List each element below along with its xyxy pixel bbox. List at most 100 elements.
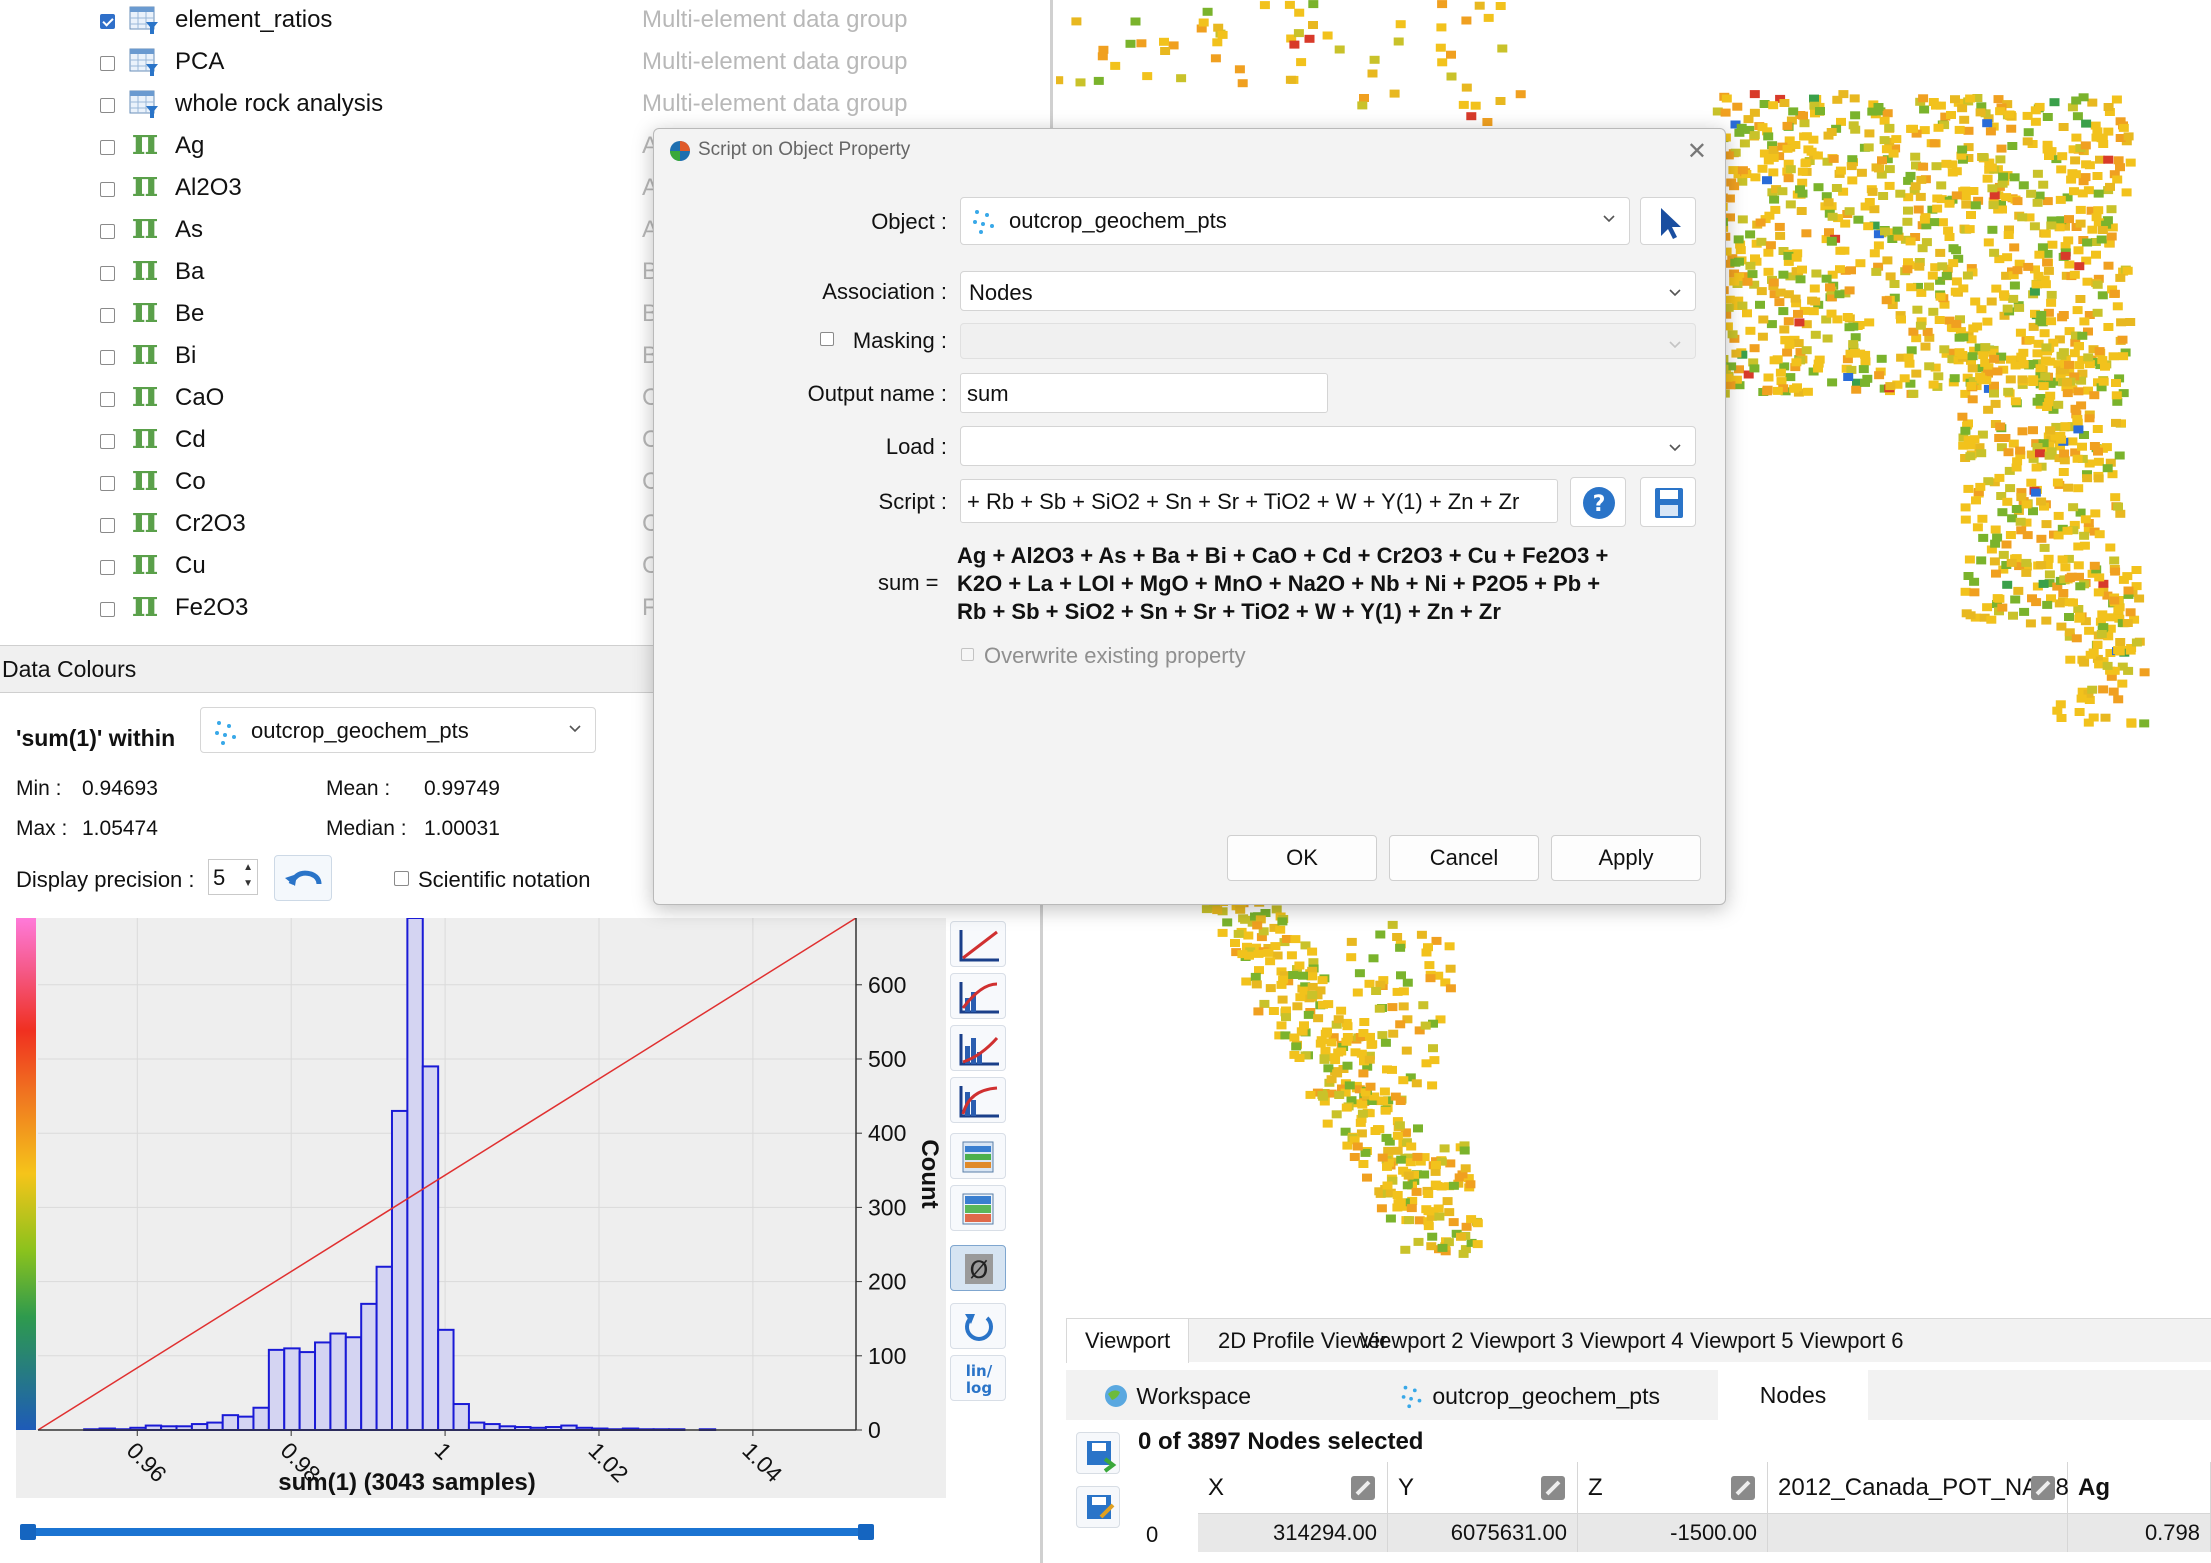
table-cell[interactable]: 314294.00 bbox=[1198, 1514, 1388, 1552]
histogram-plot[interactable]: 0 100 200 300 400 500 600 0.96 0.98 1 1.02 1.04 sum(… bbox=[16, 918, 946, 1498]
tree-item-checkbox[interactable] bbox=[100, 98, 115, 113]
export-button[interactable] bbox=[1076, 1432, 1120, 1474]
sort-icon[interactable] bbox=[1729, 1474, 1757, 1502]
colour-table-icon bbox=[962, 1141, 994, 1173]
tree-item[interactable]: PCA Multi-element data group bbox=[0, 42, 1050, 84]
histogram-bar bbox=[267, 1348, 286, 1431]
histogram-bar bbox=[421, 1065, 440, 1431]
table-cell[interactable]: 0.798 bbox=[2068, 1514, 2211, 1552]
svg-text:log: log bbox=[966, 1379, 992, 1397]
pi-icon: π bbox=[131, 121, 159, 163]
ok-button[interactable]: OK bbox=[1227, 835, 1377, 881]
pi-icon: π bbox=[131, 499, 159, 541]
table-cell[interactable] bbox=[1768, 1514, 2068, 1552]
column-header[interactable]: Z bbox=[1578, 1462, 1768, 1514]
sort-icon[interactable] bbox=[2029, 1474, 2057, 1502]
column-header[interactable]: Ag bbox=[2068, 1462, 2211, 1514]
table-cell[interactable]: -1500.00 bbox=[1578, 1514, 1768, 1552]
tree-item-checkbox[interactable] bbox=[100, 476, 115, 491]
pick-object-button[interactable] bbox=[1640, 197, 1696, 245]
lin-log-button[interactable]: lin/log bbox=[950, 1355, 1006, 1401]
histogram-bar bbox=[221, 1414, 240, 1432]
object-select[interactable]: outcrop_geochem_pts bbox=[200, 707, 596, 753]
tree-item-checkbox[interactable] bbox=[100, 518, 115, 533]
y-tick-label: 600 bbox=[868, 972, 906, 998]
column-header-label: Ag bbox=[2078, 1474, 2110, 1501]
range-slider[interactable] bbox=[20, 1524, 874, 1540]
colour-scheme-button[interactable] bbox=[950, 1185, 1006, 1231]
spin-down-icon[interactable]: ▼ bbox=[243, 878, 253, 889]
tree-item[interactable]: whole rock analysis Multi-element data gr… bbox=[0, 84, 1050, 126]
no-data-button[interactable]: Ø bbox=[950, 1245, 1006, 1291]
tree-item-checkbox[interactable] bbox=[100, 350, 115, 365]
tree-item-type: Multi-element data group bbox=[642, 6, 908, 33]
x-tick-label: 1.04 bbox=[737, 1437, 787, 1487]
save-script-button[interactable] bbox=[1640, 477, 1696, 527]
edit-table-button[interactable] bbox=[1076, 1486, 1120, 1528]
tree-item-checkbox[interactable] bbox=[100, 56, 115, 71]
tab-nodes[interactable]: Nodes bbox=[1718, 1370, 1868, 1420]
tree-item-checkbox[interactable] bbox=[100, 140, 115, 155]
pi-icon: π bbox=[131, 373, 159, 415]
column-header[interactable]: X bbox=[1198, 1462, 1388, 1514]
histogram-bar bbox=[237, 1415, 255, 1431]
edit-save-icon bbox=[1087, 1495, 1115, 1519]
tab-object-label: outcrop_geochem_pts bbox=[1432, 1383, 1660, 1409]
y-axis-title: Count bbox=[916, 1139, 943, 1208]
sort-icon[interactable] bbox=[1349, 1474, 1377, 1502]
masking-checkbox[interactable] bbox=[820, 332, 834, 346]
scientific-notation-checkbox[interactable] bbox=[394, 871, 409, 886]
tree-item-checkbox[interactable] bbox=[100, 602, 115, 617]
row-index: 0 bbox=[1146, 1522, 1159, 1547]
chevron-down-icon bbox=[569, 725, 581, 733]
empty-set-icon: Ø bbox=[965, 1254, 993, 1284]
sort-icon[interactable] bbox=[1539, 1474, 1567, 1502]
tab-workspace[interactable]: Workspace bbox=[1090, 1370, 1263, 1420]
pi-icon: π bbox=[131, 247, 159, 289]
tree-item[interactable]: element_ratios Multi-element data group bbox=[0, 0, 1050, 42]
range-handle-min[interactable] bbox=[20, 1524, 36, 1540]
close-icon[interactable]: ✕ bbox=[1687, 137, 1707, 166]
viewport-tab[interactable]: Viewport 6 bbox=[1782, 1319, 1922, 1363]
masking-label: Masking : bbox=[852, 328, 947, 353]
tree-item-checkbox[interactable] bbox=[100, 560, 115, 575]
colour-table-button[interactable] bbox=[950, 1133, 1006, 1179]
histogram-log-button[interactable] bbox=[950, 1077, 1006, 1123]
range-handle-max[interactable] bbox=[858, 1524, 874, 1540]
cdf-log-button[interactable] bbox=[950, 973, 1006, 1019]
tree-item-checkbox[interactable] bbox=[100, 182, 115, 197]
precision-spinbox[interactable]: 5 ▲ ▼ bbox=[208, 859, 258, 895]
object-combo[interactable]: outcrop_geochem_pts bbox=[960, 197, 1630, 245]
reset-button[interactable] bbox=[274, 855, 332, 901]
refresh-button[interactable] bbox=[950, 1303, 1006, 1349]
tree-item-checkbox[interactable] bbox=[100, 392, 115, 407]
tree-item-checkbox[interactable] bbox=[100, 14, 115, 29]
output-name-input[interactable]: sum bbox=[960, 373, 1328, 413]
load-combo[interactable] bbox=[960, 426, 1696, 466]
histogram-bar bbox=[437, 1328, 455, 1431]
table-cell[interactable]: 6075631.00 bbox=[1388, 1514, 1578, 1552]
script-input[interactable]: + Rb + Sb + SiO2 + Sn + Sr + TiO2 + W + … bbox=[960, 479, 1558, 523]
tree-item-checkbox[interactable] bbox=[100, 308, 115, 323]
tab-object[interactable]: outcrop_geochem_pts bbox=[1386, 1370, 1672, 1420]
tree-item-checkbox[interactable] bbox=[100, 434, 115, 449]
viewport-tab[interactable]: Viewport bbox=[1066, 1319, 1190, 1363]
min-label: Min : bbox=[16, 777, 62, 800]
association-combo[interactable]: Nodes bbox=[960, 271, 1696, 311]
help-button[interactable]: ? bbox=[1570, 477, 1626, 527]
pdf-button[interactable] bbox=[950, 1025, 1006, 1071]
points-icon bbox=[1401, 1385, 1422, 1409]
spin-up-icon[interactable]: ▲ bbox=[243, 862, 253, 873]
chart-hist-cdf-icon bbox=[959, 982, 999, 1014]
cancel-button[interactable]: Cancel bbox=[1389, 835, 1539, 881]
object-combo-value: outcrop_geochem_pts bbox=[1009, 208, 1227, 233]
tree-item-checkbox[interactable] bbox=[100, 224, 115, 239]
lin-log-icon: lin/log bbox=[966, 1362, 993, 1397]
pi-icon: π bbox=[131, 289, 159, 331]
tree-item-checkbox[interactable] bbox=[100, 266, 115, 281]
cdf-linear-button[interactable] bbox=[950, 921, 1006, 967]
mean-value: 0.99749 bbox=[424, 777, 500, 800]
column-header[interactable]: Y bbox=[1388, 1462, 1578, 1514]
apply-button[interactable]: Apply bbox=[1551, 835, 1701, 881]
column-header[interactable]: 2012_Canada_POT_NAD83 bbox=[1768, 1462, 2082, 1514]
